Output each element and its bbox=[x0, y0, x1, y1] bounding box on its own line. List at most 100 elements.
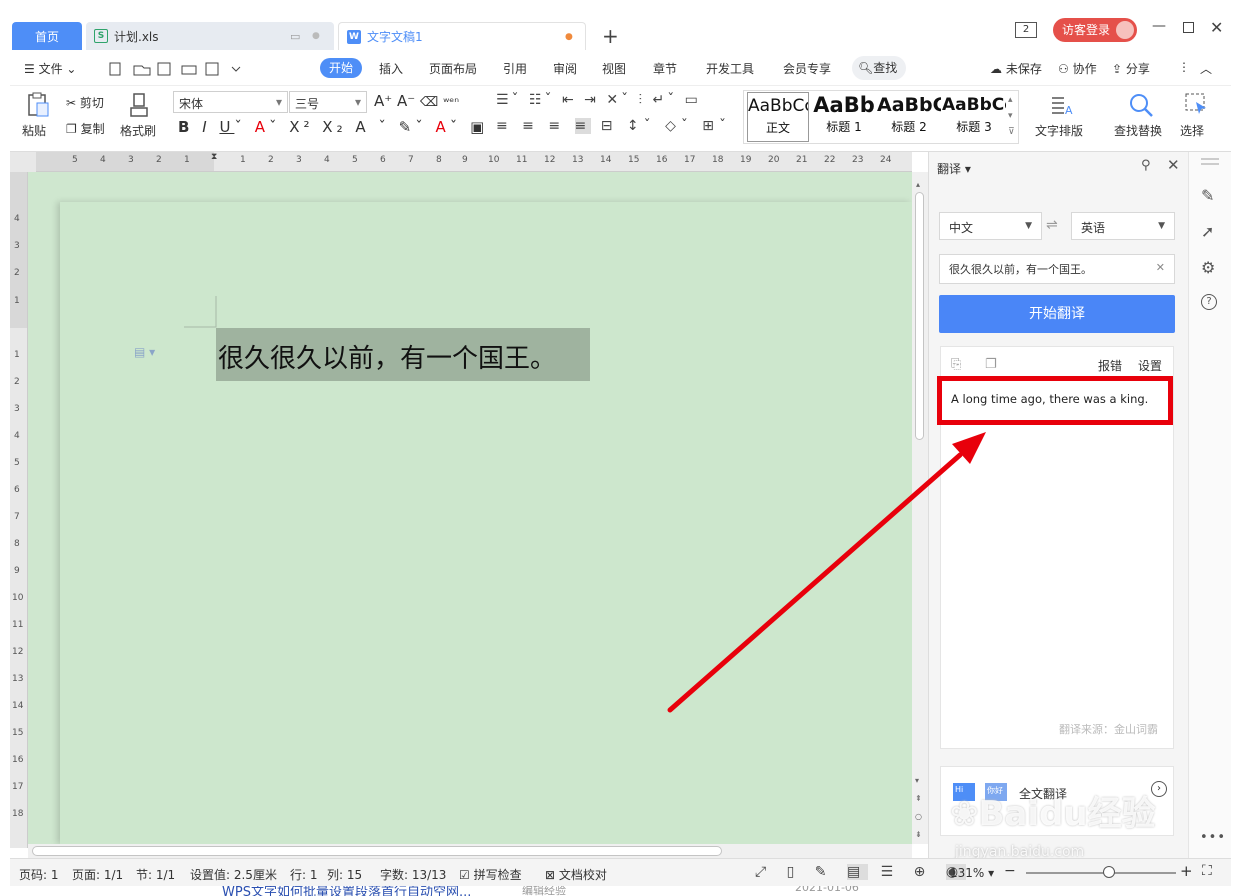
close-panel-icon[interactable]: ✕ bbox=[1167, 156, 1180, 174]
copy-source-icon[interactable]: ⎘ bbox=[951, 357, 961, 372]
text-layout-icon[interactable]: A bbox=[1050, 94, 1076, 118]
share-button[interactable]: ⇪ 分享 bbox=[1112, 60, 1150, 77]
swap-languages-icon[interactable]: ⇌ bbox=[1046, 217, 1058, 233]
style-normal[interactable]: AaBbCcDd 正文 bbox=[747, 92, 809, 142]
guest-login-button[interactable]: 访客登录 bbox=[1053, 18, 1137, 42]
menu-tab-review[interactable]: 审阅 bbox=[553, 60, 577, 77]
more-vertical-icon[interactable]: ⋮ bbox=[1178, 60, 1190, 74]
selected-document-text[interactable]: 很久很久以前，有一个国王。 bbox=[216, 328, 590, 381]
select-icon[interactable] bbox=[1184, 92, 1210, 118]
paragraph-align-icons[interactable]: ≡ ≡ ≡ ≡ ⊟ ↕ˇ ◇ˇ ⊞ˇ bbox=[496, 118, 731, 134]
help-icon[interactable]: ? bbox=[1201, 294, 1217, 310]
horizontal-scrollbar[interactable] bbox=[28, 844, 912, 858]
close-window-icon[interactable]: ✕ bbox=[1210, 18, 1223, 37]
zoom-slider-thumb[interactable] bbox=[1102, 866, 1115, 878]
translate-input-field[interactable]: 很久很久以前，有一个国王。 ✕ bbox=[939, 254, 1175, 284]
menu-tab-view[interactable]: 视图 bbox=[602, 60, 626, 77]
quick-access-toolbar[interactable] bbox=[108, 62, 248, 76]
clear-input-icon[interactable]: ✕ bbox=[1156, 261, 1165, 274]
menu-tab-chapter[interactable]: 章节 bbox=[653, 60, 677, 77]
status-section[interactable]: 节: 1/1 bbox=[136, 866, 175, 883]
style-heading-3[interactable]: AaBbCcDd 标题 3 bbox=[942, 92, 1006, 142]
char-border-icon[interactable]: ▣ bbox=[470, 118, 488, 136]
copy-result-icon[interactable]: ❐ bbox=[985, 357, 997, 372]
copy-button[interactable]: ❐ 复制 bbox=[66, 120, 105, 137]
strikethrough-icon[interactable]: A bbox=[255, 118, 269, 136]
scroll-thumb[interactable] bbox=[915, 192, 924, 440]
find-replace-icon[interactable] bbox=[1128, 92, 1154, 118]
status-page-code[interactable]: 页码: 1 bbox=[19, 866, 59, 883]
style-gallery-scroll-icon[interactable]: ▴ ▾ ⊽ bbox=[1008, 92, 1015, 140]
search-box[interactable]: 🔍︎查找 bbox=[852, 56, 906, 80]
hscroll-thumb[interactable] bbox=[32, 846, 722, 856]
report-error-link[interactable]: 报错 bbox=[1098, 357, 1122, 374]
collapse-ribbon-icon[interactable]: ︿ bbox=[1200, 60, 1212, 77]
paragraph-list-icons[interactable]: ☰ˇ ☷ˇ ⇤ ⇥ ✕ˇ ⫶ ↵ˇ ▭ bbox=[496, 92, 701, 108]
horizontal-ruler[interactable]: 5 4 3 2 1 ⧗ 1 2 3 4 5 6 7 8 9 10 11 12 1… bbox=[36, 152, 912, 172]
scroll-up-icon[interactable]: ▴ bbox=[916, 180, 920, 189]
pin-panel-icon[interactable]: ⚲ bbox=[1141, 158, 1151, 173]
pin-icon[interactable]: ▭ bbox=[290, 30, 300, 43]
minimize-icon[interactable]: — bbox=[1152, 18, 1166, 34]
menu-tab-developer[interactable]: 开发工具 bbox=[706, 60, 754, 77]
file-menu[interactable]: ☰ 文件 ⌄ bbox=[24, 60, 76, 77]
translate-panel-title[interactable]: 翻译 ▾ bbox=[937, 160, 971, 177]
menu-tab-reference[interactable]: 引用 bbox=[503, 60, 527, 77]
select-button[interactable]: 选择 bbox=[1180, 122, 1204, 139]
underline-icon[interactable]: U bbox=[219, 118, 234, 136]
style-heading-2[interactable]: AaBbC 标题 2 bbox=[877, 92, 941, 142]
find-replace-button[interactable]: 查找替换 bbox=[1114, 122, 1162, 139]
font-format-icons[interactable]: B I Uˇ Aˇ X² X₂ A ˇ ✎ˇ Aˇ ▣ bbox=[178, 118, 488, 136]
status-page[interactable]: 页面: 1/1 bbox=[72, 866, 123, 883]
bold-icon[interactable]: B bbox=[178, 118, 193, 136]
zoom-level[interactable]: 131% ▾ bbox=[950, 866, 994, 880]
font-color-icon[interactable]: A bbox=[436, 118, 450, 136]
status-setting[interactable]: 设置值: 2.5厘米 bbox=[190, 866, 277, 883]
tab-xls-file[interactable]: S 计划.xls ▭ ● bbox=[86, 22, 334, 50]
fit-window-icon[interactable]: ⛶ bbox=[1202, 863, 1212, 879]
menu-tab-insert[interactable]: 插入 bbox=[379, 60, 403, 77]
source-language-select[interactable]: 中文 ▼ bbox=[939, 212, 1042, 240]
background-link[interactable]: WPS文字如何批量设置段落首行自动空网... bbox=[222, 886, 471, 896]
page-view-icon[interactable]: ▤ bbox=[847, 864, 869, 880]
menu-tab-layout[interactable]: 页面布局 bbox=[429, 60, 477, 77]
font-size-select[interactable]: 三号 ▾ bbox=[289, 91, 367, 113]
font-name-select[interactable]: 宋体 ▾ bbox=[173, 91, 288, 113]
format-painter-button[interactable]: 格式刷 bbox=[120, 122, 156, 139]
doc-proof-button[interactable]: ⊠ 文档校对 bbox=[545, 866, 607, 883]
adjust-sliders-icon[interactable]: ⚙ bbox=[1201, 258, 1215, 277]
spell-check-button[interactable]: ☑ 拼写检查 bbox=[459, 866, 522, 883]
drag-handle-icon[interactable] bbox=[1201, 158, 1219, 160]
pen-icon[interactable]: ✎ bbox=[1201, 186, 1214, 205]
menu-tab-start[interactable]: 开始 bbox=[320, 58, 362, 78]
paragraph-options-icon[interactable]: ▤ ▾ bbox=[134, 345, 155, 359]
target-language-select[interactable]: 英语 ▼ bbox=[1071, 212, 1175, 240]
tab-document[interactable]: W 文字文稿1 ● bbox=[338, 22, 586, 50]
format-painter-icon[interactable] bbox=[128, 92, 150, 118]
zoom-out-icon[interactable]: − bbox=[1004, 863, 1016, 879]
close-tab-dot[interactable]: ● bbox=[312, 31, 320, 41]
start-translate-button[interactable]: 开始翻译 bbox=[939, 295, 1175, 333]
paste-button[interactable]: 粘贴 bbox=[22, 122, 46, 139]
cursor-icon[interactable]: ➚ bbox=[1201, 222, 1214, 241]
paste-icon[interactable] bbox=[26, 92, 50, 118]
unsaved-button[interactable]: ☁ 未保存 bbox=[990, 60, 1042, 77]
italic-icon[interactable]: I bbox=[202, 118, 210, 136]
collab-button[interactable]: ⚇ 协作 bbox=[1058, 60, 1097, 77]
cut-button[interactable]: ✂ 剪切 bbox=[66, 94, 104, 111]
highlight-icon[interactable]: ✎ bbox=[399, 118, 416, 136]
status-column[interactable]: 列: 15 bbox=[327, 866, 362, 883]
style-heading-1[interactable]: AaBb 标题 1 bbox=[812, 92, 876, 142]
menu-tab-member[interactable]: 会员专享 bbox=[783, 60, 831, 77]
zoom-slider-track[interactable] bbox=[1026, 872, 1176, 874]
status-word-count[interactable]: 字数: 13/13 bbox=[380, 866, 446, 883]
vertical-ruler[interactable]: 4 3 2 1 1 2 3 4 5 6 7 8 9 10 11 12 13 14… bbox=[10, 172, 28, 848]
text-layout-button[interactable]: 文字排版 bbox=[1035, 122, 1083, 139]
view-mode-icons[interactable]: ⤢ ▯ ✎ ▤ ☰ ⊕ ◉ bbox=[755, 864, 967, 880]
justify-icon[interactable]: ≡ bbox=[574, 118, 592, 134]
new-tab-button[interactable]: + bbox=[602, 24, 619, 48]
unsaved-dot-icon[interactable]: ● bbox=[565, 32, 573, 42]
status-row[interactable]: 行: 1 bbox=[290, 866, 318, 883]
indent-marker-icon[interactable]: ⧗ bbox=[211, 152, 217, 162]
zoom-in-icon[interactable]: + bbox=[1180, 862, 1193, 880]
